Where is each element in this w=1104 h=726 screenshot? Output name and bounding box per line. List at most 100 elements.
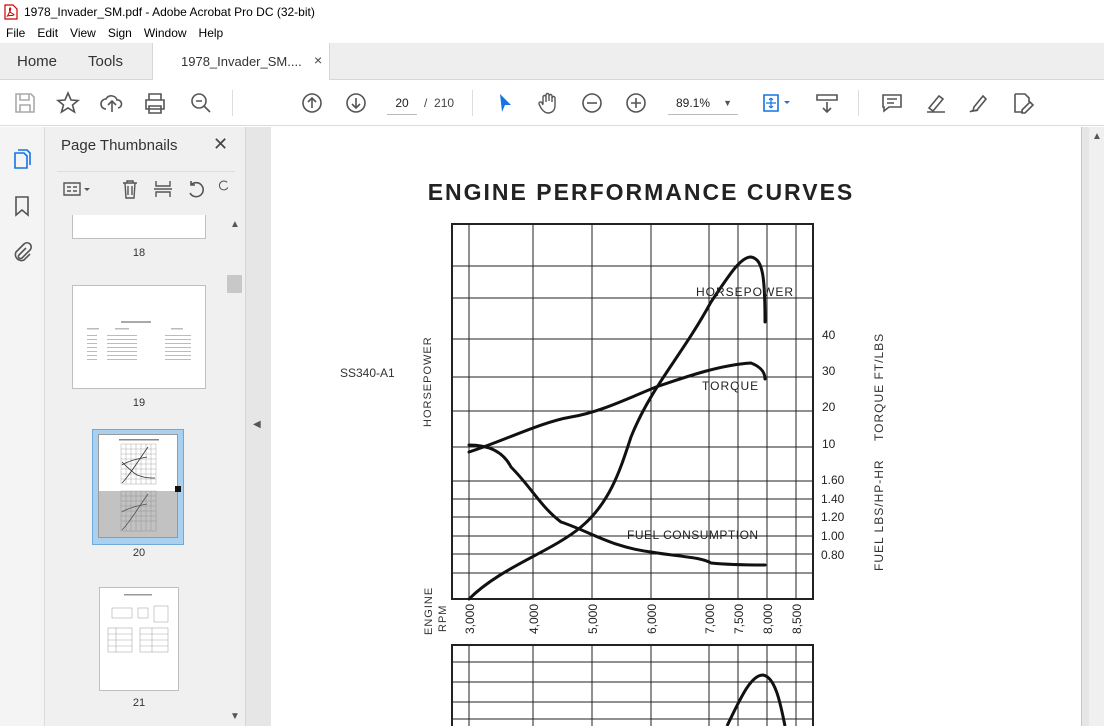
rotate-left-icon[interactable] [185, 178, 207, 200]
curve-label-torque: TORQUE [702, 379, 759, 393]
navigation-rail [0, 127, 45, 726]
tab-document[interactable]: 1978_Invader_SM.... × [152, 43, 330, 81]
scroll-up-icon[interactable]: ▲ [230, 219, 240, 230]
title-bar: 1978_Invader_SM.pdf - Adobe Acrobat Pro … [0, 0, 1104, 23]
select-arrow-icon[interactable] [492, 90, 518, 116]
tab-tools[interactable]: Tools [88, 43, 123, 80]
main-toolbar: 20 / 210 89.1% ▼ [0, 80, 1104, 126]
torque-tick: 30 [822, 364, 836, 378]
edit-pdf-icon[interactable] [1010, 90, 1036, 116]
toolbar-separator [858, 90, 859, 116]
panel-collapse-handle[interactable]: ◀ [246, 127, 267, 726]
menu-help[interactable]: Help [199, 26, 224, 40]
thumbnail-page-20-selected[interactable] [92, 429, 184, 545]
scrollbar-thumb[interactable] [227, 275, 242, 293]
fit-page-icon[interactable] [760, 90, 796, 116]
page-count: / 210 [424, 96, 454, 110]
tab-bar: Home Tools 1978_Invader_SM.... × [0, 43, 1104, 81]
collapse-arrow-icon[interactable]: ◀ [253, 419, 261, 430]
thumbnail-page-21[interactable] [99, 587, 179, 691]
thumbnail-scrollbar[interactable]: ▲ ▼ [227, 215, 242, 726]
rpm-tick: 4,000 [527, 604, 541, 634]
menu-sign[interactable]: Sign [108, 26, 132, 40]
close-panel-icon[interactable]: ✕ [213, 134, 228, 155]
bookmark-icon[interactable] [10, 194, 34, 218]
model-label: SS340-A1 [340, 366, 395, 380]
thumbnail-page-20 [98, 434, 178, 538]
thumbnail-page-18[interactable] [72, 215, 206, 239]
document-scrollbar[interactable]: ▲ [1089, 127, 1104, 726]
rotate-right-icon[interactable] [217, 178, 231, 200]
zoom-search-icon[interactable] [188, 90, 214, 116]
torque-tick: 20 [822, 400, 836, 414]
zoom-level-select[interactable]: 89.1% ▼ [668, 91, 738, 115]
hand-icon[interactable] [535, 90, 561, 116]
rpm-tick: 7,500 [732, 604, 746, 634]
rpm-tick: 8,500 [790, 604, 804, 634]
thumbnail-label: 19 [132, 397, 146, 409]
curve-label-fuel-consumption: FUEL CONSUMPTION [627, 528, 759, 542]
second-chart-grid [451, 644, 814, 726]
print-icon[interactable] [142, 90, 168, 116]
engine-performance-chart: ENGINE PERFORMANCE CURVES HORSEPOWER TOR… [340, 179, 886, 726]
page-up-icon[interactable] [299, 90, 325, 116]
menu-bar: File Edit View Sign Window Help [0, 23, 1104, 43]
scroll-down-icon[interactable]: ▼ [230, 711, 240, 722]
rpm-tick: 6,000 [645, 604, 659, 634]
left-axis-label: HORSEPOWER [422, 336, 434, 427]
thumbnail-options-icon[interactable] [61, 178, 93, 200]
thumbnail-label: 20 [132, 547, 146, 559]
scroll-up-icon[interactable]: ▲ [1092, 131, 1102, 142]
fuel-tick: 1.00 [821, 529, 845, 543]
torque-curve [467, 361, 767, 454]
bottom-axis-label-rpm: RPM [437, 605, 449, 632]
tab-home[interactable]: Home [17, 43, 57, 80]
document-viewer[interactable]: ENGINE PERFORMANCE CURVES HORSEPOWER TOR… [267, 127, 1104, 726]
panel-title: Page Thumbnails [61, 137, 178, 154]
page-total: 210 [434, 96, 455, 110]
attachment-icon[interactable] [10, 240, 34, 264]
chart-curves [467, 255, 767, 601]
chevron-down-icon: ▼ [723, 98, 732, 108]
fuel-consumption-curve [467, 443, 767, 567]
right-axis-torque-label: TORQUE FT/LBS [872, 333, 886, 441]
torque-tick: 10 [822, 437, 836, 451]
star-icon[interactable] [55, 90, 81, 116]
sign-icon[interactable] [967, 90, 993, 116]
scroll-mode-icon[interactable] [814, 90, 840, 116]
comment-icon[interactable] [879, 90, 905, 116]
right-axis-fuel-label: FUEL LBS/HP-HR [872, 459, 886, 571]
menu-window[interactable]: Window [144, 26, 187, 40]
thumbnail-page-19[interactable] [72, 285, 206, 389]
page-thumbnails-panel: Page Thumbnails ✕ 18 19 20 21 ▲ ▼ [45, 127, 246, 726]
toolbar-separator [232, 90, 233, 116]
chart-grid [451, 223, 814, 600]
resize-handle[interactable] [175, 486, 181, 492]
page-down-icon[interactable] [343, 90, 369, 116]
fuel-tick: 0.80 [821, 548, 845, 562]
extract-page-icon[interactable] [152, 178, 174, 200]
page-thumbnails-icon[interactable] [10, 147, 34, 171]
curve-label-horsepower: HORSEPOWER [696, 285, 794, 299]
rpm-tick: 7,000 [703, 604, 717, 634]
delete-page-icon[interactable] [119, 178, 141, 200]
zoom-out-icon[interactable] [579, 90, 605, 116]
page-heading: ENGINE PERFORMANCE CURVES [428, 179, 855, 205]
menu-view[interactable]: View [70, 26, 96, 40]
rpm-tick: 5,000 [586, 604, 600, 634]
window-title: 1978_Invader_SM.pdf - Adobe Acrobat Pro … [24, 4, 315, 19]
save-icon[interactable] [12, 90, 38, 116]
menu-file[interactable]: File [6, 26, 25, 40]
upload-icon[interactable] [99, 90, 125, 116]
horsepower-curve [467, 255, 767, 601]
page-number-input[interactable]: 20 [387, 91, 417, 115]
highlight-icon[interactable] [923, 90, 949, 116]
rpm-tick: 3,000 [463, 604, 477, 634]
zoom-in-icon[interactable] [623, 90, 649, 116]
menu-edit[interactable]: Edit [37, 26, 58, 40]
fuel-tick: 1.40 [821, 492, 845, 506]
fuel-tick: 1.20 [821, 510, 845, 524]
rpm-tick: 8,000 [761, 604, 775, 634]
document-tab-label: 1978_Invader_SM.... [181, 54, 302, 69]
close-tab-icon[interactable]: × [314, 52, 322, 68]
